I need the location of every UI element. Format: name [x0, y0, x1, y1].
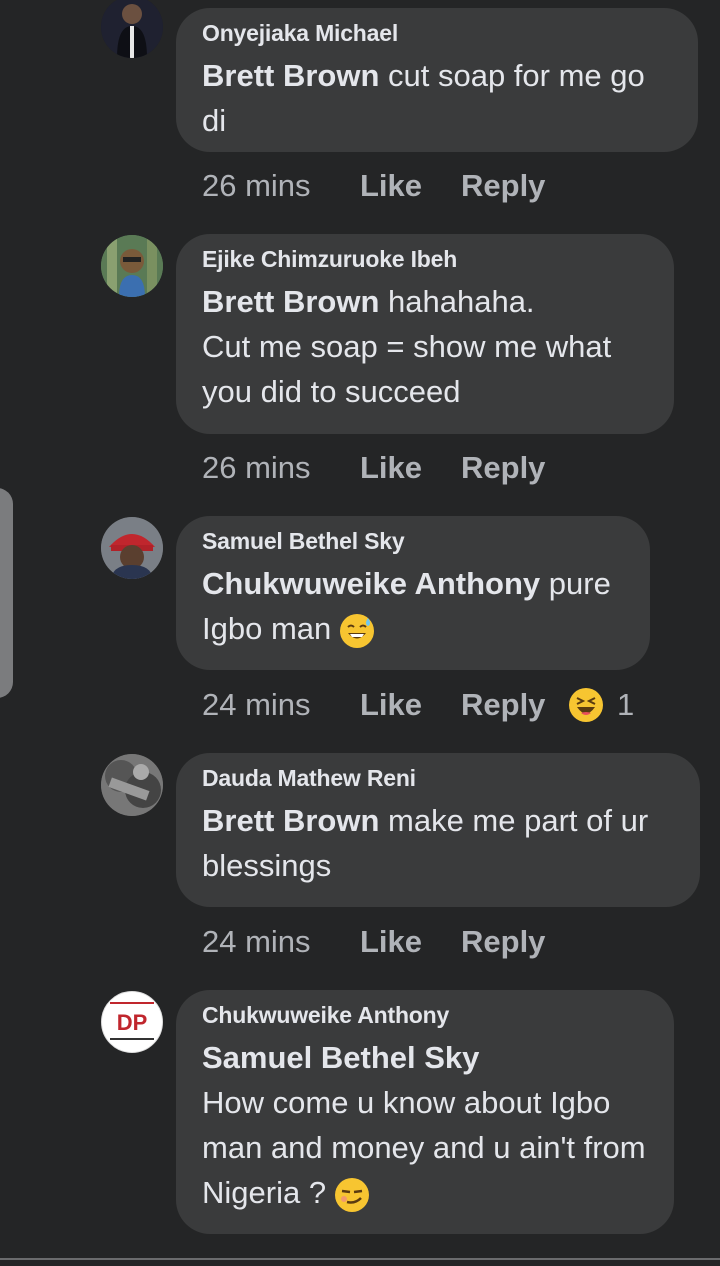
avatar[interactable]: DP [101, 991, 163, 1053]
avatar[interactable] [101, 517, 163, 579]
comment-timestamp: 24 mins [202, 687, 311, 722]
mention-link[interactable]: Brett Brown [202, 803, 379, 838]
comment-text: Brett Brown make me part of ur blessings [202, 803, 649, 883]
comment-text: Chukwuweike Anthony pure Igbo man [202, 566, 611, 648]
avatar-dp-text: DP [116, 1010, 148, 1035]
comment-bubble[interactable]: Chukwuweike Anthony Samuel Bethel Sky How… [176, 990, 674, 1234]
reply-button[interactable]: Reply [461, 687, 569, 723]
comment-text: Brett Brown cut soap for me go di [202, 58, 645, 138]
comment-bubble[interactable]: Onyejiaka Michael Brett Brown cut soap f… [176, 8, 698, 152]
comment-author[interactable]: Chukwuweike Anthony [202, 1002, 648, 1029]
reply-button[interactable]: Reply [461, 168, 545, 204]
mention-link[interactable]: Brett Brown [202, 284, 379, 319]
person-avatar-icon [101, 0, 163, 58]
reaction-count[interactable]: 1 [617, 687, 634, 723]
comment-timestamp: 24 mins [202, 924, 311, 959]
comment-actions: 24 mins Like Reply [202, 924, 545, 960]
sweat-smile-emoji-icon [339, 613, 374, 648]
avatar[interactable] [101, 0, 163, 58]
comment-bubble[interactable]: Dauda Mathew Reni Brett Brown make me pa… [176, 753, 700, 907]
comment-timestamp: 26 mins [202, 450, 311, 485]
person-avatar-icon [101, 517, 163, 579]
comment-bubble[interactable]: Samuel Bethel Sky Chukwuweike Anthony pu… [176, 516, 650, 670]
person-avatar-icon [101, 235, 163, 297]
mention-link[interactable]: Samuel Bethel Sky [202, 1040, 479, 1075]
comment-author[interactable]: Onyejiaka Michael [202, 20, 672, 47]
comment-text: Brett Brown hahahaha. Cut me soap = show … [202, 284, 612, 409]
comment-actions: 26 mins Like Reply [202, 450, 545, 486]
like-button[interactable]: Like [360, 924, 461, 960]
reply-button[interactable]: Reply [461, 924, 545, 960]
reply-button[interactable]: Reply [461, 450, 545, 486]
person-avatar-icon [101, 754, 163, 816]
comment-timestamp: 26 mins [202, 168, 311, 203]
haha-reaction-icon[interactable] [569, 688, 603, 722]
smirk-emoji-icon [334, 1177, 369, 1212]
comment-text: Samuel Bethel Sky How come u know about I… [202, 1040, 646, 1212]
mention-link[interactable]: Brett Brown [202, 58, 379, 93]
like-button[interactable]: Like [360, 687, 461, 723]
comment-author[interactable]: Dauda Mathew Reni [202, 765, 674, 792]
comment-actions: 26 mins Like Reply [202, 168, 545, 204]
avatar[interactable] [101, 754, 163, 816]
comment-actions: 24 mins Like Reply 1 [202, 687, 634, 723]
divider [0, 1258, 720, 1260]
like-button[interactable]: Like [360, 168, 461, 204]
comment-bubble[interactable]: Ejike Chimzuruoke Ibeh Brett Brown hahah… [176, 234, 674, 434]
like-button[interactable]: Like [360, 450, 461, 486]
avatar[interactable] [101, 235, 163, 297]
comment-author[interactable]: Ejike Chimzuruoke Ibeh [202, 246, 648, 273]
side-panel-handle[interactable] [0, 488, 13, 698]
comment-author[interactable]: Samuel Bethel Sky [202, 528, 624, 555]
mention-link[interactable]: Chukwuweike Anthony [202, 566, 540, 601]
